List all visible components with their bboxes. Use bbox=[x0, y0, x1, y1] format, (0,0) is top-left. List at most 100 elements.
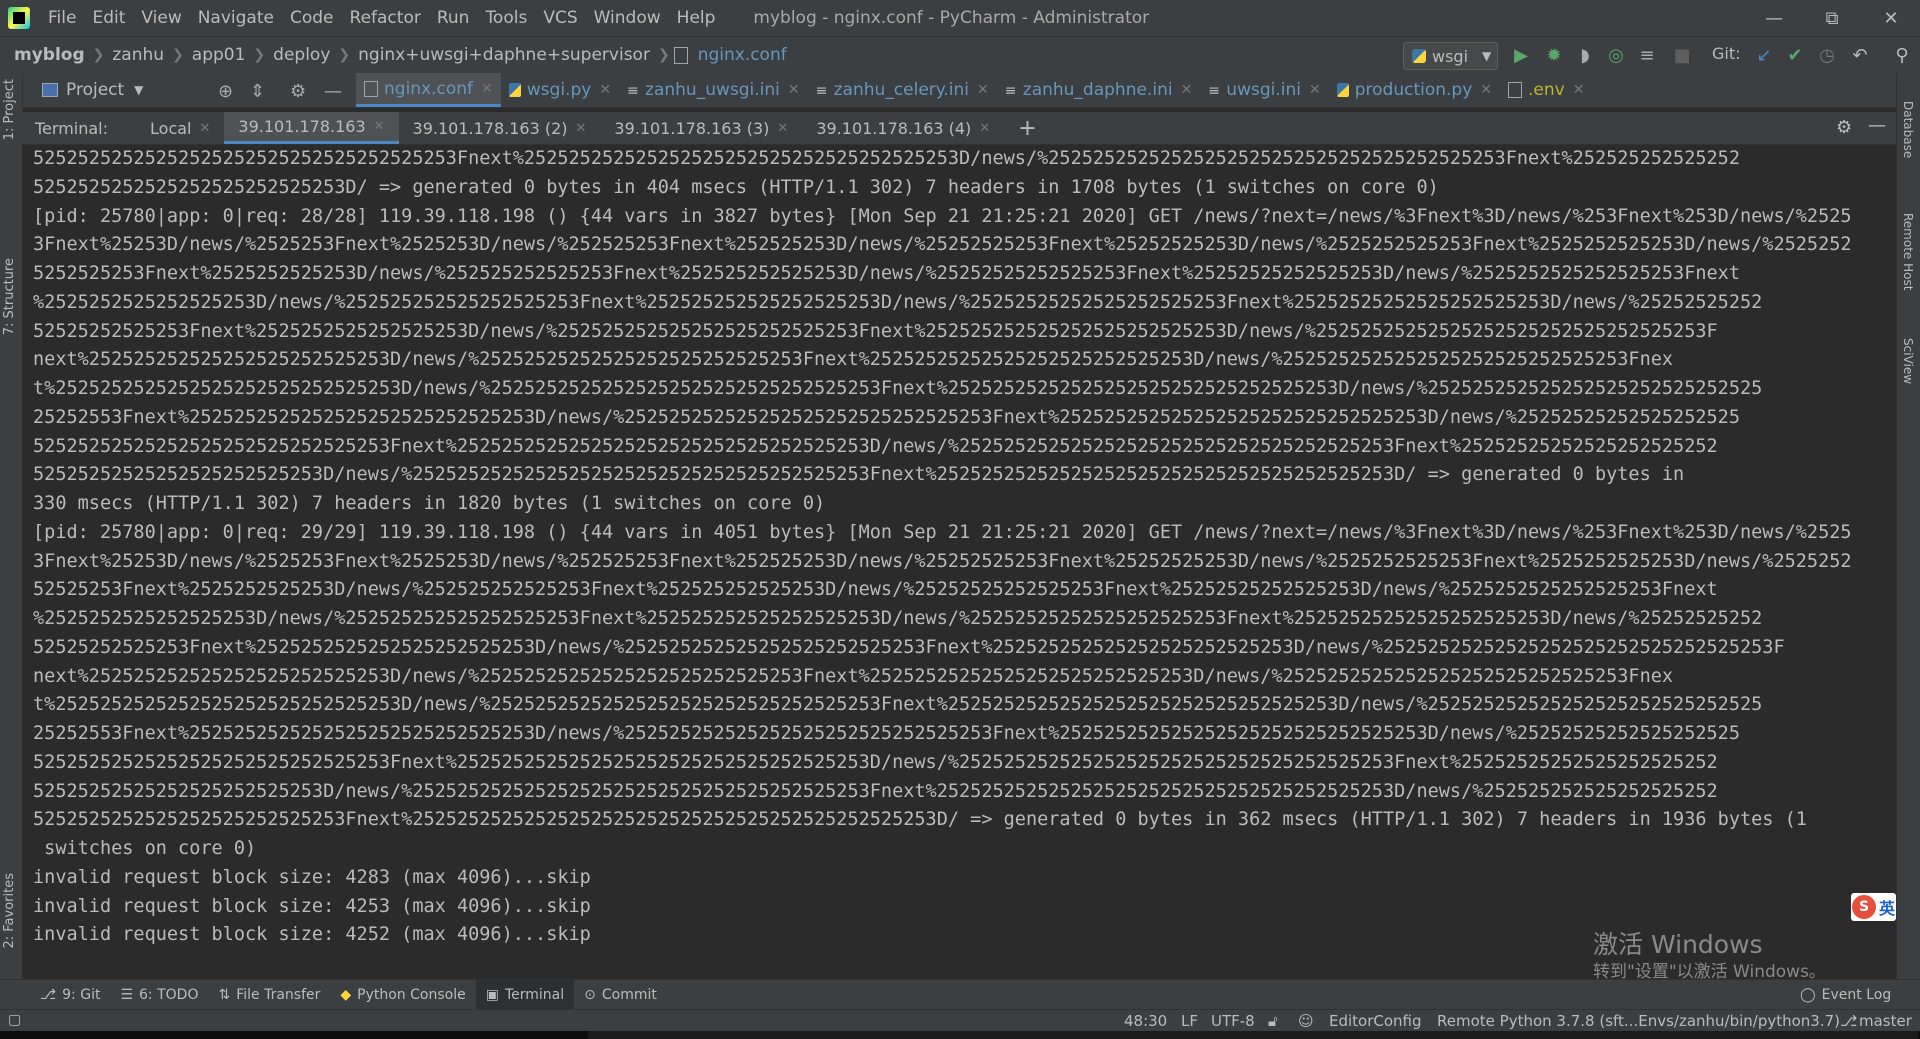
tool-sciview[interactable]: SciView bbox=[1901, 338, 1915, 384]
close-icon[interactable]: ✕ bbox=[599, 82, 611, 98]
inspector-icon[interactable]: ☺ bbox=[1298, 1012, 1314, 1030]
menu-refactor[interactable]: Refactor bbox=[342, 8, 429, 28]
menu-navigate[interactable]: Navigate bbox=[190, 8, 282, 28]
tool-project[interactable]: 1: Project bbox=[2, 79, 17, 140]
project-panel-header[interactable]: Project ▼ ⊕ ⇕ ⚙ — bbox=[28, 73, 358, 107]
editor-tab-nginx-conf[interactable]: nginx.conf ✕ bbox=[356, 73, 501, 107]
tool-favorites[interactable]: 2: Favorites bbox=[2, 873, 17, 949]
tool-label: File Transfer bbox=[236, 987, 321, 1003]
hide-icon[interactable]: — bbox=[324, 81, 342, 102]
terminal-tab-remote-4[interactable]: 39.101.178.163 (4) ✕ bbox=[802, 112, 1004, 144]
breadcrumb-file[interactable]: nginx.conf bbox=[694, 45, 791, 65]
breadcrumb-deploy[interactable]: deploy bbox=[269, 45, 334, 65]
terminal-line: 52525253Fnext%2525252525253D/news/%25252… bbox=[33, 579, 1718, 601]
event-log-button[interactable]: ◯ Event Log bbox=[1790, 980, 1901, 1010]
run-concurrency-icon[interactable]: ≡ bbox=[1635, 43, 1659, 67]
python-interpreter[interactable]: Remote Python 3.7.8 (sft...Envs/zanhu/bi… bbox=[1437, 1012, 1840, 1030]
tool-structure[interactable]: 7: Structure bbox=[2, 258, 17, 335]
editor-tab-env[interactable]: .env ✕ bbox=[1500, 73, 1592, 107]
close-icon[interactable]: ✕ bbox=[977, 82, 989, 98]
close-icon[interactable]: ✕ bbox=[481, 81, 493, 97]
tool-python-console[interactable]: ◆ Python Console bbox=[330, 980, 475, 1010]
menu-tools[interactable]: Tools bbox=[477, 8, 535, 28]
file-encoding[interactable]: UTF-8 bbox=[1211, 1012, 1255, 1030]
close-window-icon[interactable]: ✕ bbox=[1862, 0, 1920, 36]
gear-icon[interactable]: ⚙ bbox=[1836, 117, 1852, 138]
gear-icon[interactable]: ⚙ bbox=[290, 81, 306, 102]
editor-tab-production-py[interactable]: production.py ✕ bbox=[1329, 73, 1500, 107]
close-icon[interactable]: ✕ bbox=[788, 82, 800, 98]
close-icon[interactable]: ✕ bbox=[576, 121, 587, 136]
cursor-position[interactable]: 48:30 bbox=[1124, 1012, 1167, 1030]
rollback-icon[interactable]: ↶ bbox=[1848, 43, 1872, 67]
tool-git[interactable]: ⎇ 9: Git bbox=[30, 980, 110, 1010]
terminal-line: 25252553Fnext%25252525252525252525252525… bbox=[33, 723, 1740, 744]
close-icon[interactable]: ✕ bbox=[979, 121, 990, 136]
terminal-tab-remote-3[interactable]: 39.101.178.163 (3) ✕ bbox=[600, 112, 802, 144]
menu-window[interactable]: Window bbox=[586, 8, 669, 28]
terminal-line: [pid: 25780|app: 0|req: 28/28] 119.39.11… bbox=[33, 205, 1852, 227]
window-title: myblog - nginx.conf - PyCharm - Administ… bbox=[753, 8, 1150, 28]
git-branch[interactable]: master bbox=[1859, 1012, 1912, 1030]
terminal-tab-remote-1[interactable]: 39.101.178.163 ✕ bbox=[224, 112, 399, 144]
search-icon[interactable]: ⚲ bbox=[1890, 43, 1914, 67]
editor-tab-zanhu-uwsgi-ini[interactable]: ≡ zanhu_uwsgi.ini ✕ bbox=[619, 73, 808, 107]
run-icon[interactable]: ▶ bbox=[1509, 43, 1533, 67]
git-commit-icon[interactable]: ✔ bbox=[1783, 43, 1807, 67]
tool-terminal[interactable]: ▣ Terminal bbox=[475, 980, 575, 1010]
terminal-output[interactable]: 52525252525252525252525252525252525253Fn… bbox=[22, 145, 1894, 977]
close-icon[interactable]: ✕ bbox=[777, 121, 788, 136]
collapse-icon[interactable]: ⇕ bbox=[250, 81, 265, 102]
terminal-scrollbar[interactable] bbox=[1872, 145, 1882, 977]
ime-indicator[interactable]: S 英 bbox=[1851, 893, 1896, 921]
run-config-dropdown[interactable]: wsgi ▼ bbox=[1403, 42, 1498, 70]
close-icon[interactable]: ✕ bbox=[199, 121, 210, 136]
menu-vcs[interactable]: VCS bbox=[535, 8, 585, 28]
git-update-icon[interactable]: ↙ bbox=[1752, 43, 1776, 67]
close-icon[interactable]: ✕ bbox=[1181, 82, 1193, 98]
profile-icon[interactable]: ◎ bbox=[1604, 43, 1628, 67]
editor-tab-zanhu-daphne-ini[interactable]: ≡ zanhu_daphne.ini ✕ bbox=[997, 73, 1201, 107]
close-icon[interactable]: ✕ bbox=[1480, 82, 1492, 98]
new-terminal-icon[interactable]: + bbox=[1018, 116, 1036, 141]
editor-tab-zanhu-celery-ini[interactable]: ≡ zanhu_celery.ini ✕ bbox=[808, 73, 997, 107]
history-icon[interactable]: ◷ bbox=[1815, 43, 1839, 67]
tool-todo[interactable]: ☰ 6: TODO bbox=[110, 980, 208, 1010]
tool-label: Commit bbox=[601, 987, 657, 1003]
tool-remote-host[interactable]: Remote Host bbox=[1901, 213, 1915, 290]
close-icon[interactable]: ✕ bbox=[374, 119, 385, 134]
breadcrumb-folder[interactable]: nginx+uwsgi+daphne+supervisor bbox=[354, 45, 654, 65]
breadcrumb-app01[interactable]: app01 bbox=[188, 45, 250, 65]
toggle-tool-windows-icon[interactable]: ▢ bbox=[8, 1012, 21, 1028]
editor-tab-uwsgi-ini[interactable]: ≡ uwsgi.ini ✕ bbox=[1200, 73, 1328, 107]
terminal-tab-remote-2[interactable]: 39.101.178.163 (2) ✕ bbox=[399, 112, 601, 144]
line-separator[interactable]: LF bbox=[1181, 1012, 1198, 1030]
menu-run[interactable]: Run bbox=[429, 8, 478, 28]
terminal-line: 5252525253Fnext%2525252525253D/news/%252… bbox=[33, 263, 1740, 284]
tool-database[interactable]: Database bbox=[1901, 101, 1915, 158]
editor-tab-wsgi-py[interactable]: wsgi.py ✕ bbox=[501, 73, 619, 107]
git-label: Git: bbox=[1712, 44, 1741, 63]
menu-code[interactable]: Code bbox=[282, 8, 342, 28]
breadcrumb-zanhu[interactable]: zanhu bbox=[108, 45, 168, 65]
coverage-icon[interactable]: ◗ bbox=[1573, 43, 1597, 67]
menu-edit[interactable]: Edit bbox=[84, 8, 133, 28]
tool-commit[interactable]: ⊙ Commit bbox=[574, 980, 667, 1010]
menu-file[interactable]: File bbox=[40, 8, 84, 28]
breadcrumb-project[interactable]: myblog bbox=[0, 45, 89, 65]
minimize-icon[interactable]: — bbox=[1745, 0, 1803, 36]
restore-icon[interactable]: ⧉ bbox=[1803, 0, 1861, 36]
chevron-right-icon: ❯ bbox=[657, 47, 670, 63]
locate-icon[interactable]: ⊕ bbox=[218, 81, 233, 102]
close-icon[interactable]: ✕ bbox=[1309, 82, 1321, 98]
stop-icon[interactable]: ■ bbox=[1670, 43, 1694, 67]
menu-view[interactable]: View bbox=[133, 8, 189, 28]
close-icon[interactable]: ✕ bbox=[1573, 82, 1585, 98]
menu-help[interactable]: Help bbox=[669, 8, 724, 28]
lock-icon[interactable]: 🔓︎ bbox=[1268, 1012, 1278, 1030]
editorconfig-status[interactable]: EditorConfig bbox=[1329, 1012, 1422, 1030]
hide-icon[interactable]: — bbox=[1868, 115, 1886, 136]
terminal-tab-local[interactable]: Local ✕ bbox=[136, 112, 224, 144]
tool-file-transfer[interactable]: ⇅ File Transfer bbox=[208, 980, 330, 1010]
debug-icon[interactable]: ✹ bbox=[1542, 43, 1566, 67]
